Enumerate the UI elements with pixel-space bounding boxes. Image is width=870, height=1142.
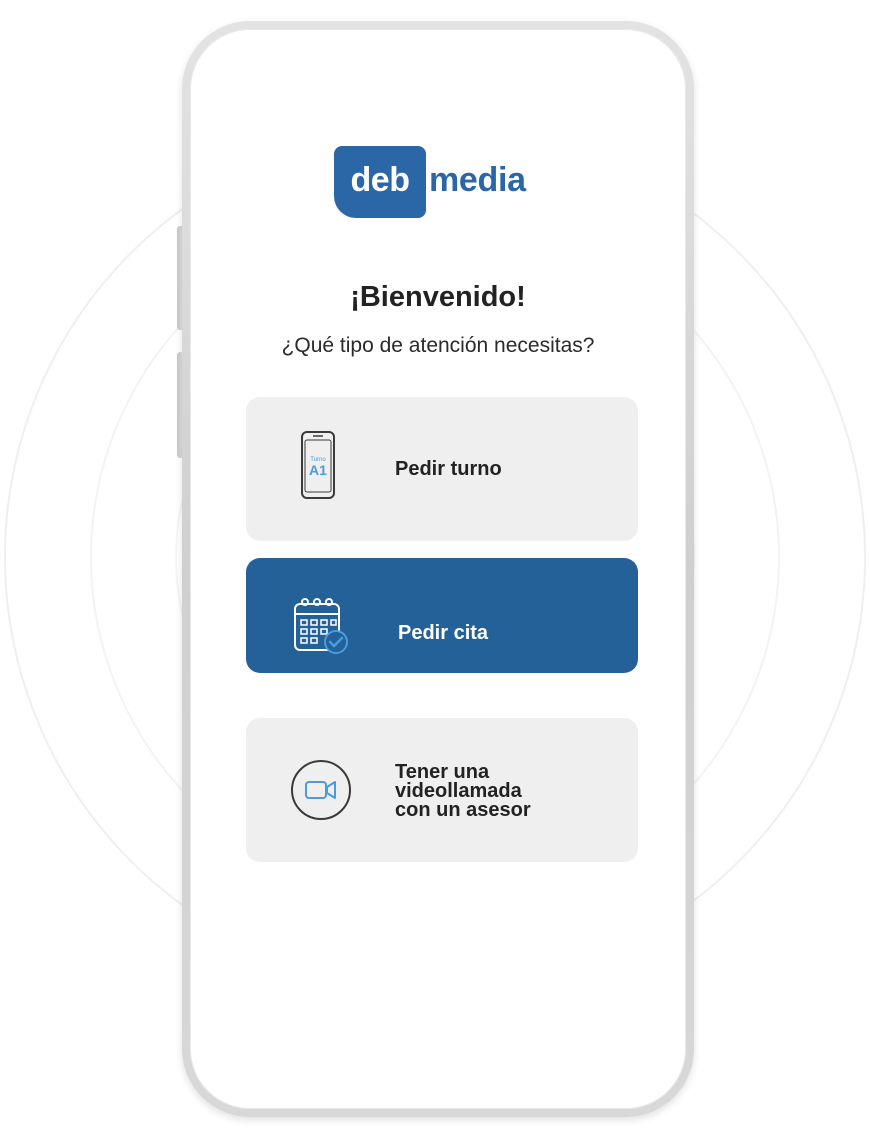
phone-turn-icon: Turno A1 xyxy=(301,431,335,499)
option-pedir-cita-button[interactable]: Pedir cita xyxy=(246,558,638,673)
option-pedir-cita-label: Pedir cita xyxy=(398,622,489,644)
welcome-question: ¿Qué tipo de atención necesitas? xyxy=(281,334,595,357)
phone-turn-big-text: A1 xyxy=(309,462,327,478)
option-videollamada-label: Tener una videollamada con un asesor xyxy=(395,761,531,821)
video-camera-icon xyxy=(291,760,351,820)
option-videollamada-button[interactable]: Tener una videollamada con un asesor xyxy=(246,718,638,862)
option-pedir-turno-label: Pedir turno xyxy=(395,458,502,480)
welcome-title: ¡Bienvenido! xyxy=(350,281,526,313)
logo-word: media xyxy=(429,160,526,199)
calendar-check-icon xyxy=(294,598,348,654)
option-pedir-turno-button[interactable]: Turno A1 Pedir turno xyxy=(246,397,638,541)
debmedia-logo: deb media xyxy=(334,145,526,219)
logo-box: deb xyxy=(334,146,426,218)
